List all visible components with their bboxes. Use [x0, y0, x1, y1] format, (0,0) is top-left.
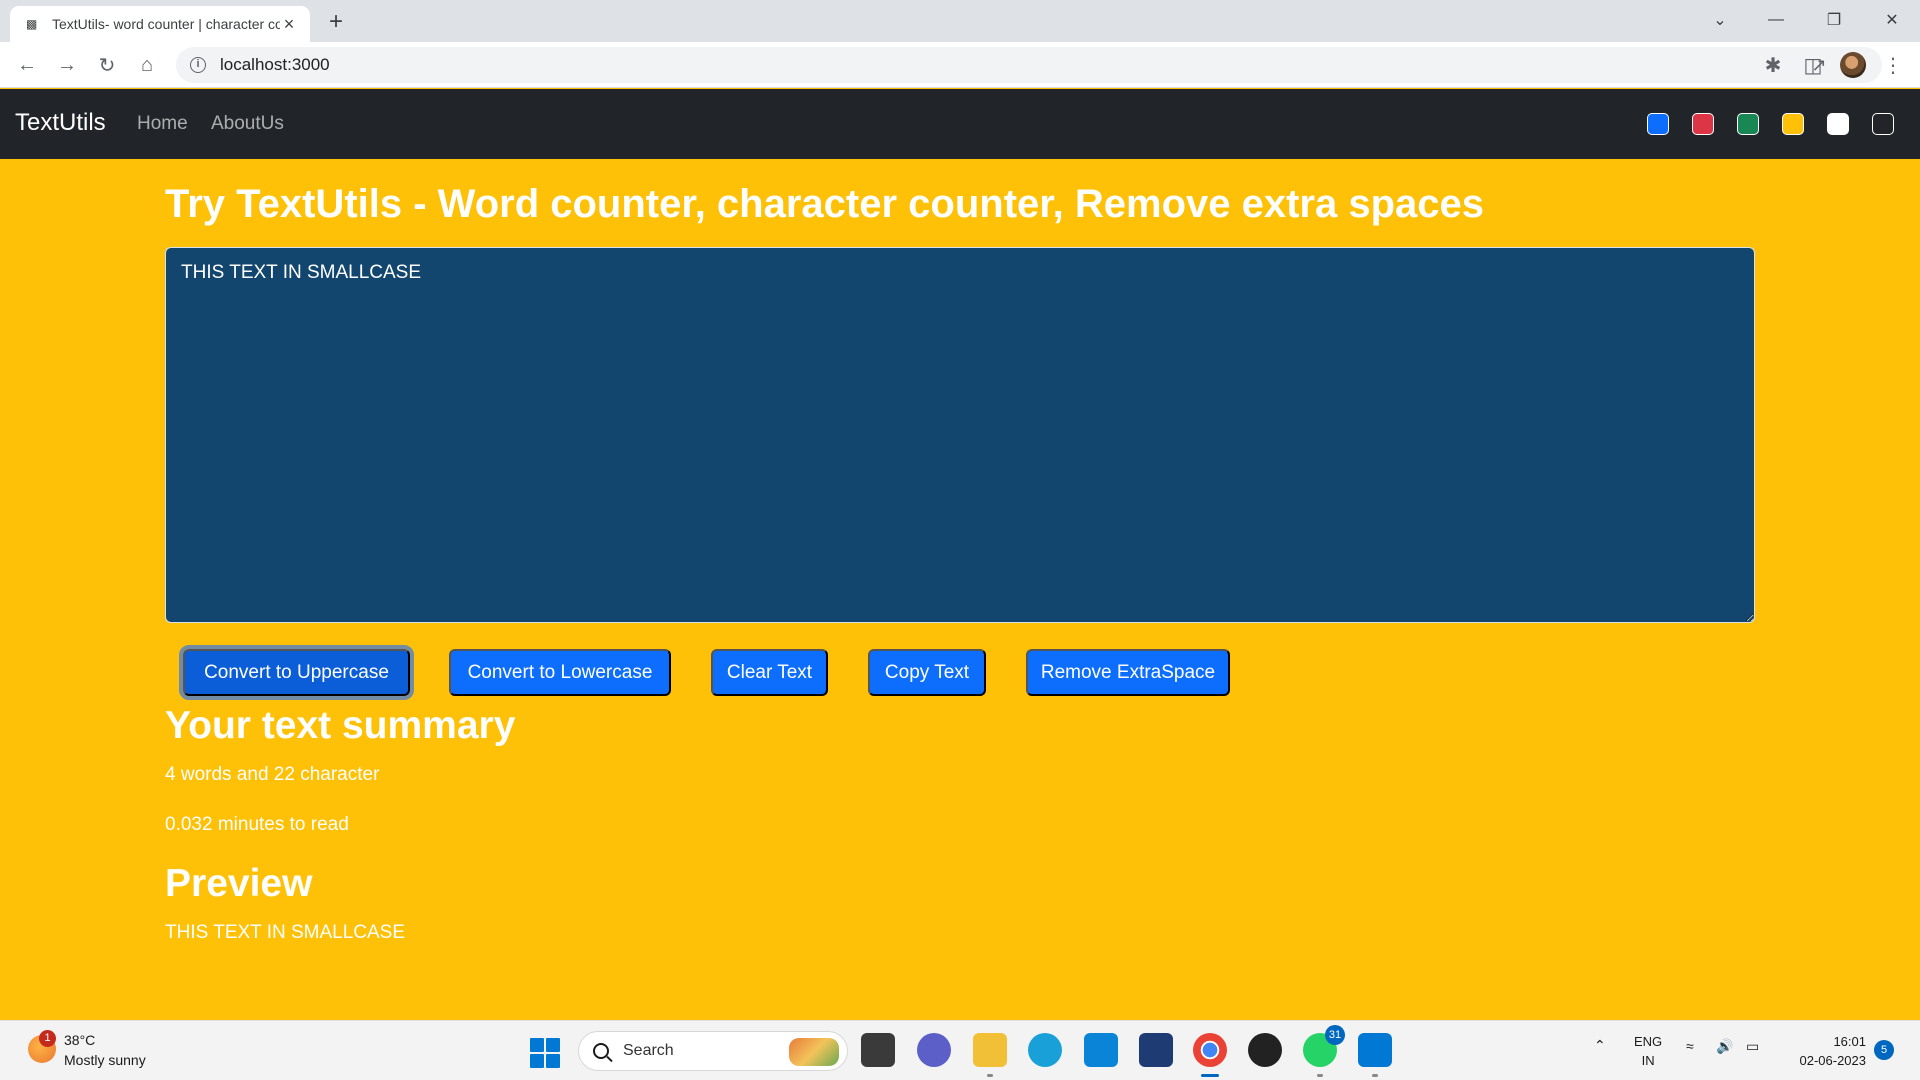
back-icon[interactable]: ← [12, 50, 42, 80]
browser-tab[interactable]: ▩ TextUtils- word counter | character co… [10, 6, 310, 42]
convert-lowercase-button[interactable]: Convert to Lowercase [449, 649, 671, 696]
notification-count-badge[interactable]: 5 [1874, 1040, 1894, 1060]
volume-icon[interactable]: 🔊 [1716, 1038, 1733, 1055]
url-text[interactable]: localhost:3000 [220, 55, 330, 75]
theme-swatch-dark[interactable] [1872, 113, 1894, 135]
cortana-icon[interactable] [1084, 1033, 1118, 1067]
preview-text: THIS TEXT IN SMALLCASE [165, 922, 406, 943]
read-time: 0.032 minutes to read [165, 814, 349, 835]
file-explorer-icon[interactable] [973, 1033, 1007, 1077]
site-info-icon[interactable]: i [190, 57, 206, 73]
page-favicon-icon: ▩ [26, 17, 38, 31]
weather-badge: 1 [39, 1030, 56, 1047]
remove-extra-space-button[interactable]: Remove ExtraSpace [1026, 649, 1230, 696]
theme-swatch-white[interactable] [1827, 113, 1849, 135]
close-tab-icon[interactable]: × [280, 15, 298, 33]
taskbar-search[interactable]: Search [578, 1031, 848, 1071]
theme-swatch-blue[interactable] [1647, 113, 1669, 135]
windows-start-icon[interactable] [530, 1038, 560, 1068]
nav-link-home[interactable]: Home [137, 113, 188, 135]
chrome-icon[interactable] [1193, 1033, 1227, 1077]
browser-menu-icon[interactable]: ⋮ [1878, 50, 1908, 80]
summary-heading: Your text summary [165, 704, 516, 747]
clear-text-button[interactable]: Clear Text [711, 649, 828, 696]
media-player-icon[interactable] [1248, 1033, 1282, 1067]
app-navbar: TextUtils Home AboutUs [0, 89, 1920, 159]
address-bar[interactable]: i localhost:3000 ↗ ☆ [176, 47, 1882, 83]
new-tab-button[interactable]: + [322, 8, 350, 36]
battery-icon[interactable]: ▭ [1746, 1038, 1759, 1055]
clock[interactable]: 16:01 02-06-2023 [1780, 1032, 1867, 1070]
show-hidden-icons-icon[interactable]: ⌃ [1594, 1037, 1606, 1054]
theme-swatch-yellow[interactable] [1782, 113, 1804, 135]
preview-heading: Preview [165, 862, 313, 905]
copy-text-button[interactable]: Copy Text [868, 649, 986, 696]
side-panel-icon[interactable]: ◫ [1798, 50, 1828, 80]
language-code: ENG [1634, 1034, 1663, 1049]
nav-link-aboutus[interactable]: AboutUs [211, 113, 284, 135]
clock-time: 16:01 [1833, 1034, 1866, 1049]
tab-search-icon[interactable]: ⌄ [1692, 0, 1748, 40]
minimize-button[interactable]: — [1748, 0, 1804, 40]
convert-uppercase-button[interactable]: Convert to Uppercase [179, 645, 414, 700]
weather-temperature[interactable]: 38°C [64, 1032, 95, 1048]
wifi-icon[interactable]: ≈ [1686, 1038, 1694, 1054]
windows-taskbar: 1 38°C Mostly sunny Search 31 ⌃ ENG IN ≈… [0, 1020, 1920, 1080]
whatsapp-badge: 31 [1325, 1025, 1345, 1045]
close-window-button[interactable]: ✕ [1864, 0, 1920, 40]
theme-swatch-green[interactable] [1737, 113, 1759, 135]
task-view-icon[interactable] [861, 1033, 895, 1067]
input-language[interactable]: ENG IN [1634, 1032, 1662, 1070]
browser-tabstrip: ▩ TextUtils- word counter | character co… [0, 0, 1920, 42]
navbar-brand[interactable]: TextUtils [15, 109, 106, 137]
edge-browser-icon[interactable] [1028, 1033, 1062, 1067]
word-character-count: 4 words and 22 character [165, 764, 380, 785]
browser-toolbar: ← → ↻ ⌂ i localhost:3000 ↗ ☆ ✱ ◫ ⋮ [0, 42, 1920, 88]
restore-button[interactable]: ❐ [1806, 0, 1862, 40]
extensions-icon[interactable]: ✱ [1758, 50, 1788, 80]
page-title: Try TextUtils - Word counter, character … [165, 182, 1485, 226]
forward-icon[interactable]: → [52, 50, 82, 80]
search-placeholder: Search [623, 1042, 674, 1059]
app-icon[interactable] [1139, 1033, 1173, 1067]
clock-date: 02-06-2023 [1799, 1053, 1867, 1068]
theme-swatch-red[interactable] [1692, 113, 1714, 135]
vscode-icon[interactable] [1358, 1033, 1392, 1077]
whatsapp-icon[interactable]: 31 [1303, 1025, 1345, 1077]
avatar [1840, 52, 1866, 78]
reload-icon[interactable]: ↻ [92, 50, 122, 80]
region-code: IN [1641, 1053, 1655, 1068]
search-highlight-icon [789, 1038, 839, 1066]
home-icon[interactable]: ⌂ [132, 50, 162, 80]
text-input-area[interactable] [165, 247, 1755, 623]
tab-title: TextUtils- word counter | character coun… [52, 16, 280, 32]
weather-description[interactable]: Mostly sunny [64, 1052, 146, 1068]
search-icon [593, 1043, 609, 1059]
profile-avatar[interactable] [1838, 50, 1868, 80]
teams-chat-icon[interactable] [917, 1033, 951, 1067]
